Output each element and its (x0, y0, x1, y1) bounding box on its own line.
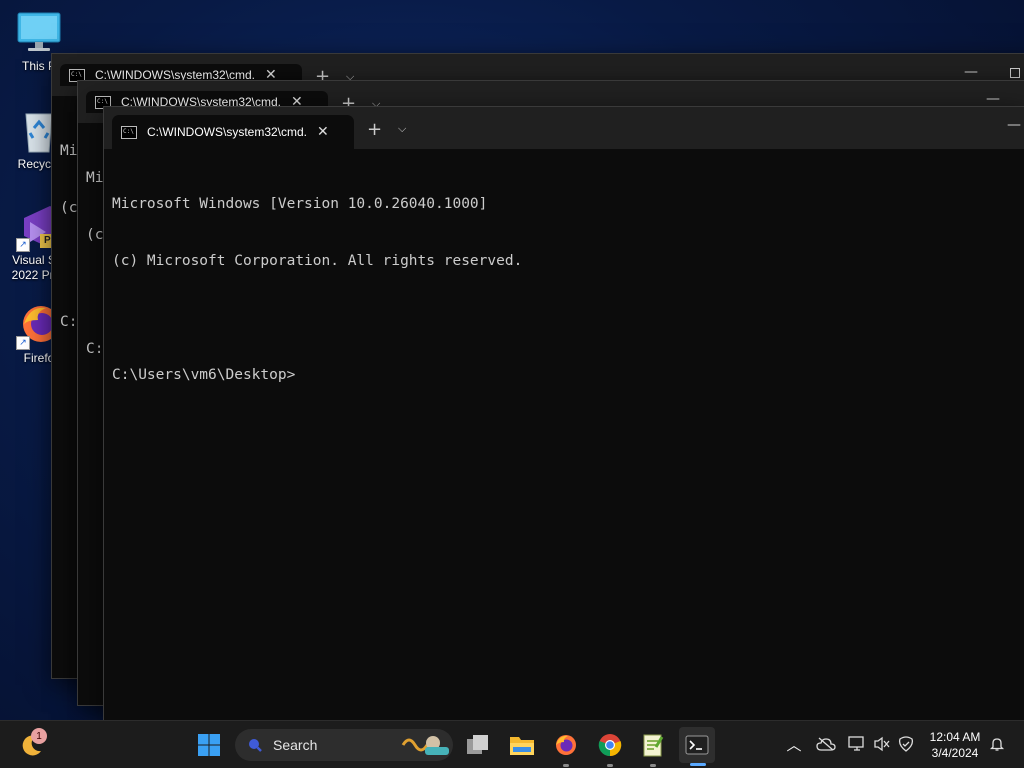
terminal-prompt[interactable]: C:\Users\vm6\Desktop> (112, 366, 522, 385)
folder-icon (510, 737, 534, 755)
search-label: Search (273, 737, 318, 753)
notepad-plus-taskbar-button[interactable] (635, 727, 671, 763)
minimize-button[interactable]: — (986, 91, 1000, 107)
clock-date: 3/4/2024 (931, 746, 979, 760)
terminal-window-active[interactable]: C:\ C:\WINDOWS\system32\cmd. ✕ + ⌵ — Mic… (103, 106, 1024, 720)
start-button[interactable] (191, 727, 227, 763)
system-clock[interactable]: 12:04 AM 3/4/2024 (920, 729, 990, 761)
shortcut-arrow-icon: ↗ (16, 238, 30, 252)
notification-bell-icon[interactable] (986, 733, 1008, 755)
battery-saver-icon[interactable] (895, 733, 917, 755)
network-icon[interactable] (846, 733, 868, 755)
clock-time: 12:04 AM (929, 730, 981, 744)
terminal-taskbar-button[interactable] (679, 727, 715, 763)
minimize-button[interactable]: — (964, 64, 978, 80)
firefox-taskbar-button[interactable] (548, 727, 584, 763)
running-indicator (650, 764, 656, 767)
volume-muted-icon[interactable] (871, 733, 893, 755)
show-hidden-icons-chevron-up-icon[interactable]: ︿ (783, 733, 805, 755)
running-indicator (607, 764, 613, 767)
tab-dropdown-chevron-icon[interactable]: ⌵ (398, 122, 406, 136)
close-tab-icon[interactable]: ✕ (317, 124, 329, 140)
minimize-button[interactable]: — (1007, 117, 1021, 133)
cmd-icon: C:\ (121, 125, 137, 139)
tab-title: C:\WINDOWS\system32\cmd. (147, 125, 308, 139)
search-highlight-illustration-icon (401, 736, 449, 755)
chrome-icon (598, 734, 622, 757)
terminal-output[interactable]: Microsoft Windows [Version 10.0.26040.10… (112, 157, 522, 423)
notification-badge: 1 (31, 728, 47, 744)
tab-cmd[interactable]: C:\ C:\WINDOWS\system32\cmd. ✕ (112, 115, 354, 149)
taskbar: 1 Search ︿ 12:04 AM 3/4/2024 (0, 720, 1024, 768)
chrome-taskbar-button[interactable] (592, 727, 628, 763)
notepad-plus-plus-icon (643, 734, 664, 757)
firefox-icon (556, 735, 576, 755)
maximize-button[interactable] (1010, 68, 1020, 78)
task-view-icon (467, 735, 488, 754)
title-bar[interactable]: C:\ C:\WINDOWS\system32\cmd. ✕ + ⌵ — (104, 107, 1024, 149)
terminal-line: Microsoft Windows [Version 10.0.26040.10… (112, 196, 488, 212)
task-view-button[interactable] (460, 727, 496, 763)
onedrive-offline-icon[interactable] (815, 733, 837, 755)
active-indicator (690, 763, 706, 766)
terminal-icon (685, 735, 709, 755)
shortcut-arrow-icon: ↗ (16, 336, 30, 350)
search-icon (249, 739, 262, 752)
new-tab-button[interactable]: + (367, 121, 382, 139)
terminal-line: (c) Microsoft Corporation. All rights re… (112, 253, 523, 269)
file-explorer-button[interactable] (504, 727, 540, 763)
search-box[interactable]: Search (235, 729, 453, 761)
monitor-icon (16, 10, 62, 56)
windows-logo-icon (198, 734, 220, 756)
running-indicator (563, 764, 569, 767)
